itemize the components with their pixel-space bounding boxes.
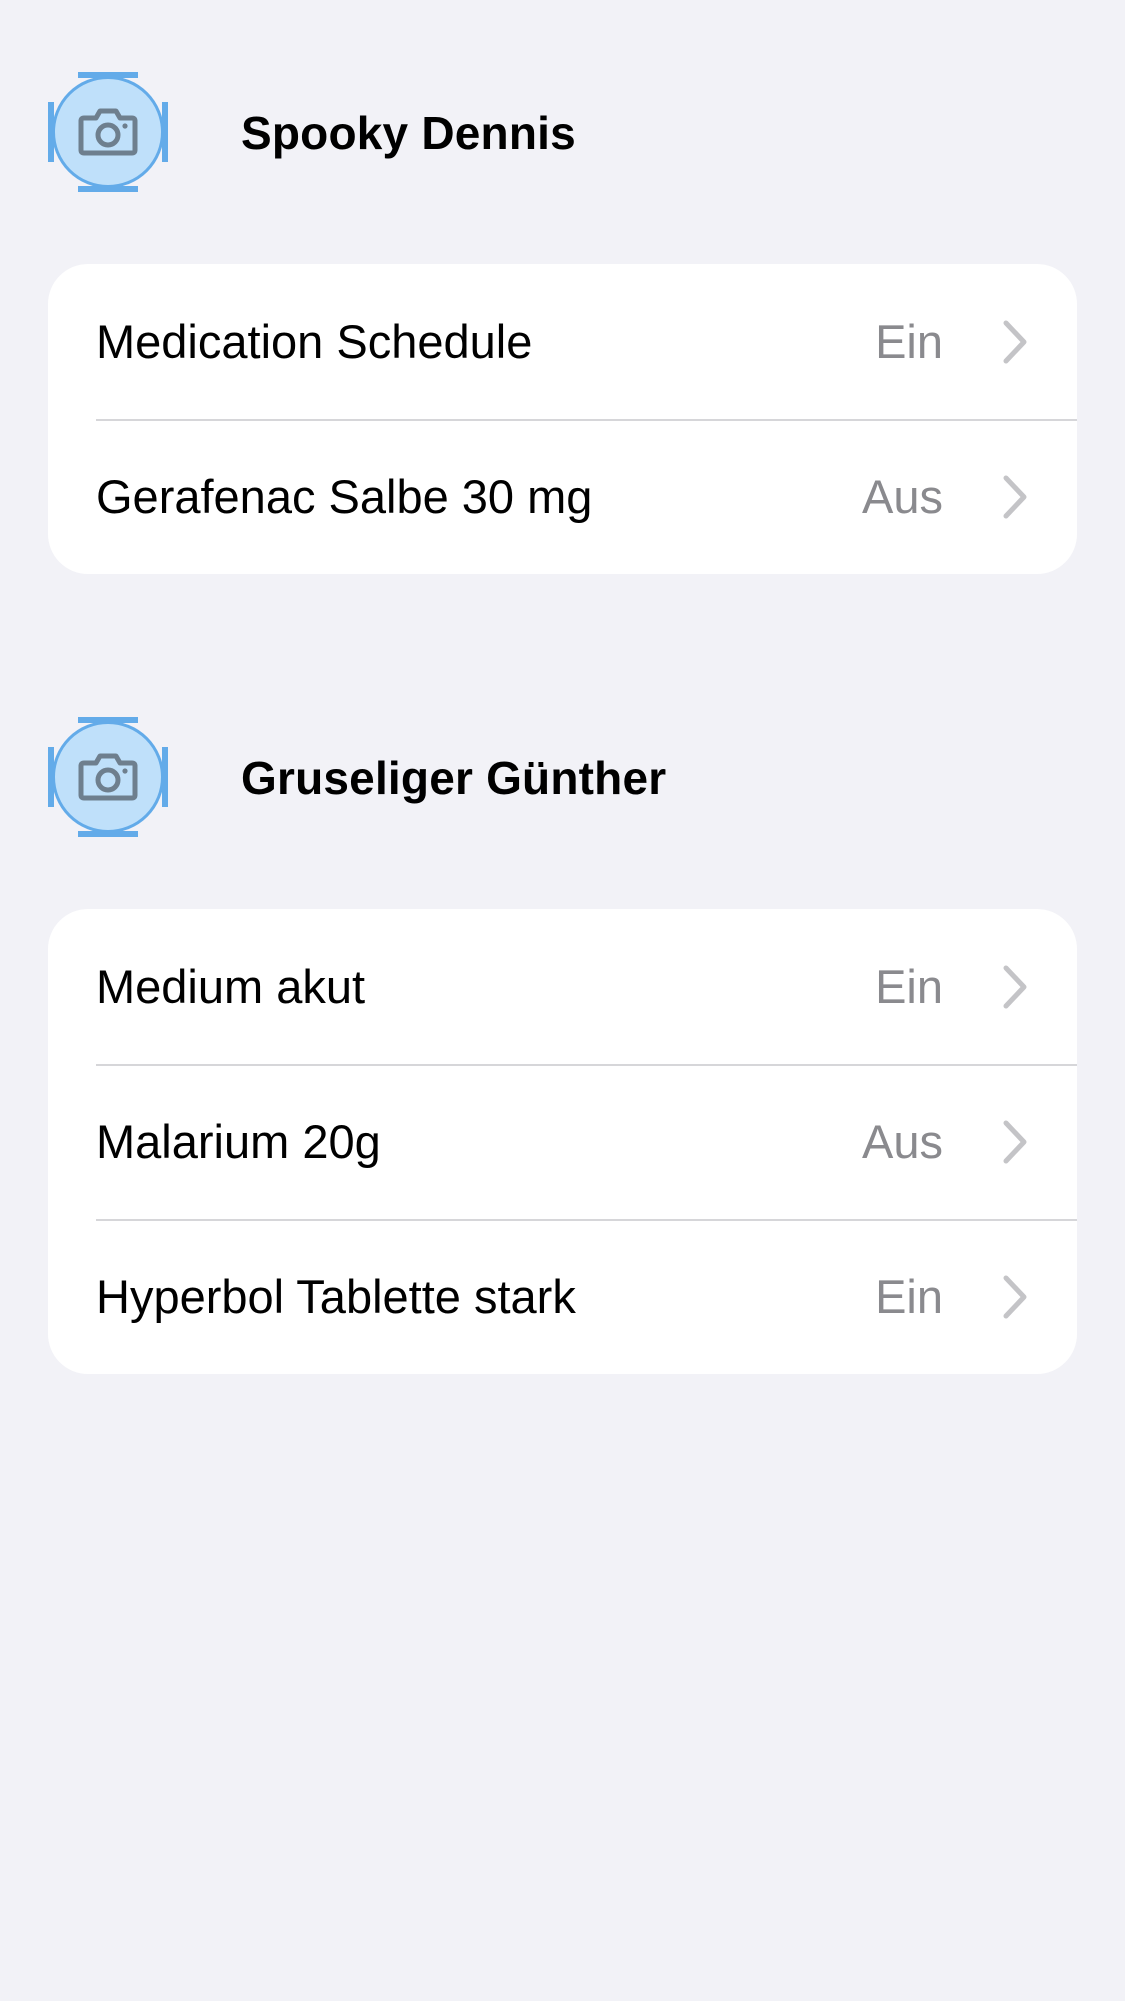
profile-name: Gruseliger Günther [241, 752, 667, 804]
chevron-right-icon [1003, 1120, 1027, 1164]
selection-handle [78, 186, 138, 192]
selection-handle [78, 72, 138, 78]
profile-name: Spooky Dennis [241, 107, 576, 159]
medication-row[interactable]: Medium akut Ein [48, 909, 1077, 1064]
medication-name: Medication Schedule [96, 315, 533, 368]
medication-name: Medium akut [96, 960, 366, 1013]
selection-handle [48, 102, 54, 162]
camera-icon [78, 108, 138, 156]
avatar-photo-button[interactable] [48, 717, 168, 837]
medication-row[interactable]: Gerafenac Salbe 30 mg Aus [48, 419, 1077, 574]
medication-row[interactable]: Hyperbol Tablette stark Ein [48, 1219, 1077, 1374]
medication-status: Ein [875, 960, 943, 1013]
medication-status: Aus [862, 470, 943, 523]
medication-status: Ein [875, 315, 943, 368]
profile-header: Spooky Dennis [0, 60, 1125, 192]
selection-handle [48, 747, 54, 807]
medication-row[interactable]: Medication Schedule Ein [48, 264, 1077, 419]
selection-handle [162, 102, 168, 162]
selection-handle [162, 747, 168, 807]
selection-handle [78, 831, 138, 837]
profile-header: Gruseliger Günther [0, 705, 1125, 837]
chevron-right-icon [1003, 475, 1027, 519]
medication-status: Ein [875, 1270, 943, 1323]
medication-list-card: Medication Schedule Ein Gerafenac Salbe … [48, 264, 1077, 574]
medication-name: Hyperbol Tablette stark [96, 1270, 576, 1323]
medication-name: Gerafenac Salbe 30 mg [96, 470, 593, 523]
medication-list-card: Medium akut Ein Malarium 20g Aus Hyperbo… [48, 909, 1077, 1374]
profile-section-spooky-dennis: Spooky Dennis [0, 60, 1125, 192]
chevron-right-icon [1003, 1275, 1027, 1319]
medication-row[interactable]: Malarium 20g Aus [48, 1064, 1077, 1219]
chevron-right-icon [1003, 320, 1027, 364]
profile-section-gruseliger-guenther: Gruseliger Günther [0, 705, 1125, 837]
camera-icon [78, 753, 138, 801]
selection-handle [78, 717, 138, 723]
chevron-right-icon [1003, 965, 1027, 1009]
avatar-photo-button[interactable] [48, 72, 168, 192]
medication-name: Malarium 20g [96, 1115, 381, 1168]
medication-status: Aus [862, 1115, 943, 1168]
